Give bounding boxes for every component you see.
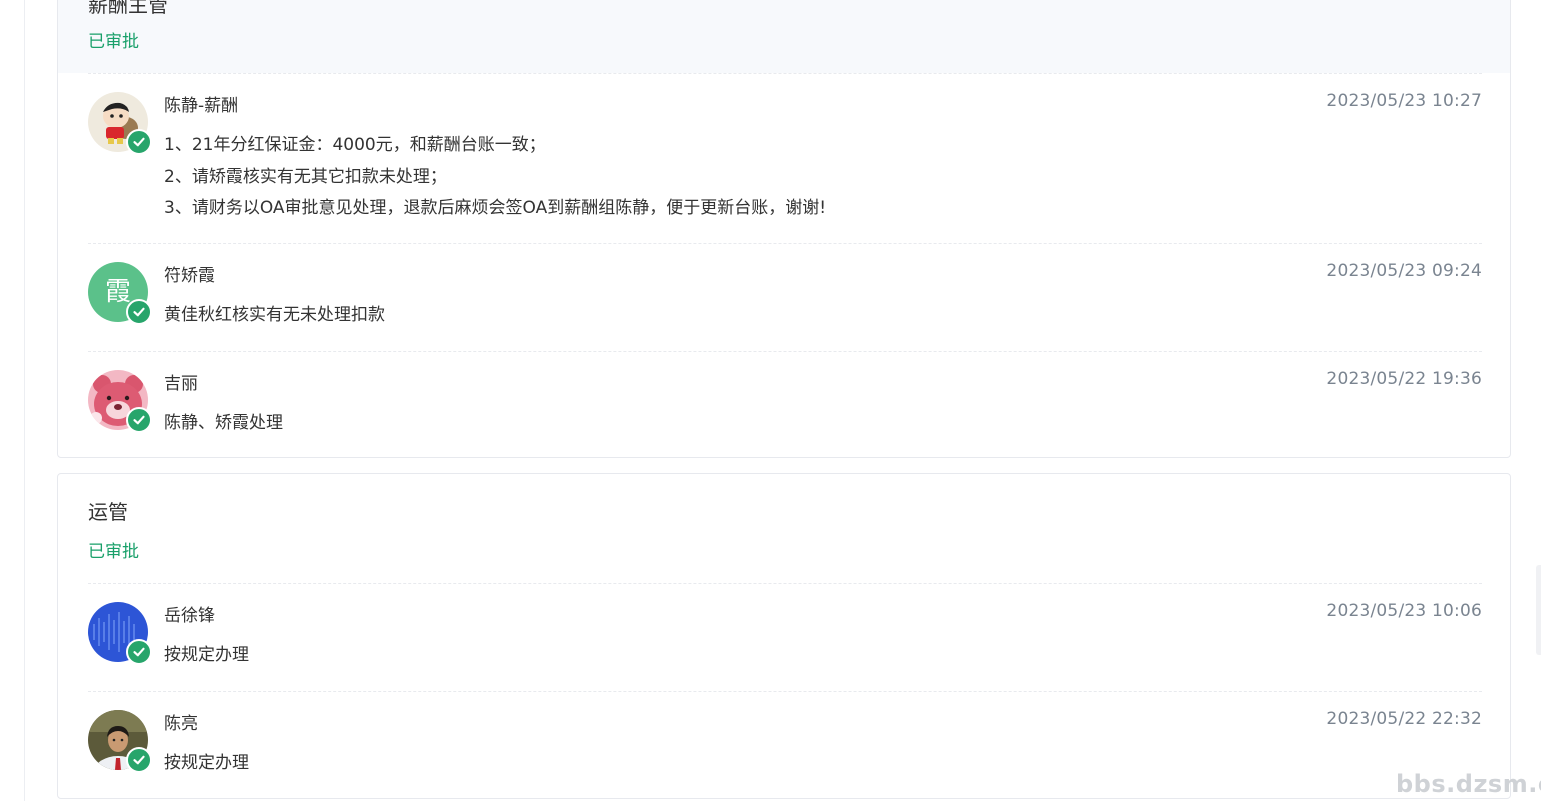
- avatar: [88, 370, 152, 433]
- approval-time: 2023/05/22 22:32: [1326, 709, 1482, 729]
- approved-check-icon: [126, 299, 152, 325]
- avatar: [88, 92, 152, 155]
- approved-check-icon: [126, 129, 152, 155]
- approval-node-header: 运管 已审批: [58, 474, 1510, 583]
- approval-comment-line: 3、请财务以OA审批意见处理，退款后麻烦会签OA到薪酬组陈静，便于更新台账，谢谢…: [164, 198, 827, 218]
- approval-status: 已审批: [88, 32, 139, 52]
- approved-check-icon: [126, 407, 152, 433]
- approval-comment-line: 按规定办理: [164, 753, 249, 773]
- approval-history-page: 薪酬主管 已审批 陈静-薪酬 2023/05/23 10:27 1、21年分红保…: [0, 0, 1541, 801]
- approval-record: 霞 符矫霞 2023/05/23 09:24 黄佳秋红核实有无未处理扣款: [88, 243, 1482, 351]
- site-watermark: bbs.dzsm.com: [1396, 770, 1541, 798]
- approval-time: 2023/05/23 09:24: [1326, 261, 1482, 281]
- approval-comment-line: 2、请矫霞核实有无其它扣款未处理；: [164, 167, 447, 187]
- approval-node-title: 运管: [88, 500, 128, 524]
- approval-record: 吉丽 2023/05/22 19:36 陈静、矫霞处理: [88, 351, 1482, 457]
- approver-name: 符矫霞: [164, 266, 215, 286]
- approver-name: 陈静-薪酬: [164, 96, 239, 116]
- approval-comment-line: 1、21年分红保证金：4000元，和薪酬台账一致；: [164, 135, 546, 155]
- approval-node-title: 薪酬主管: [88, 0, 168, 17]
- approval-record: 岳徐锋 2023/05/23 10:06 按规定办理: [88, 583, 1482, 691]
- avatar: [88, 710, 152, 773]
- approval-node-card: 运管 已审批 岳徐锋 2023/05/23 10:06 按规定办理 陈亮 202…: [57, 473, 1511, 799]
- side-tab[interactable]: [1536, 565, 1541, 655]
- approval-node-card: 薪酬主管 已审批 陈静-薪酬 2023/05/23 10:27 1、21年分红保…: [57, 0, 1511, 458]
- approver-name: 吉丽: [164, 374, 198, 394]
- approver-name: 岳徐锋: [164, 606, 215, 626]
- avatar: [88, 602, 152, 665]
- approval-time: 2023/05/22 19:36: [1326, 369, 1482, 389]
- approval-comment-line: 陈静、矫霞处理: [164, 413, 283, 433]
- approval-node-header: 薪酬主管 已审批: [58, 0, 1510, 73]
- approval-comment-line: 按规定办理: [164, 645, 249, 665]
- approval-comment-line: 黄佳秋红核实有无未处理扣款: [164, 305, 385, 325]
- approval-time: 2023/05/23 10:06: [1326, 601, 1482, 621]
- approved-check-icon: [126, 639, 152, 665]
- approved-check-icon: [126, 747, 152, 773]
- approval-record: 陈静-薪酬 2023/05/23 10:27 1、21年分红保证金：4000元，…: [88, 73, 1482, 243]
- approval-record: 陈亮 2023/05/22 22:32 按规定办理: [88, 691, 1482, 798]
- left-divider: [24, 0, 25, 801]
- approval-time: 2023/05/23 10:27: [1326, 91, 1482, 111]
- approver-name: 陈亮: [164, 714, 198, 734]
- approval-status: 已审批: [88, 542, 139, 562]
- avatar: 霞: [88, 262, 152, 325]
